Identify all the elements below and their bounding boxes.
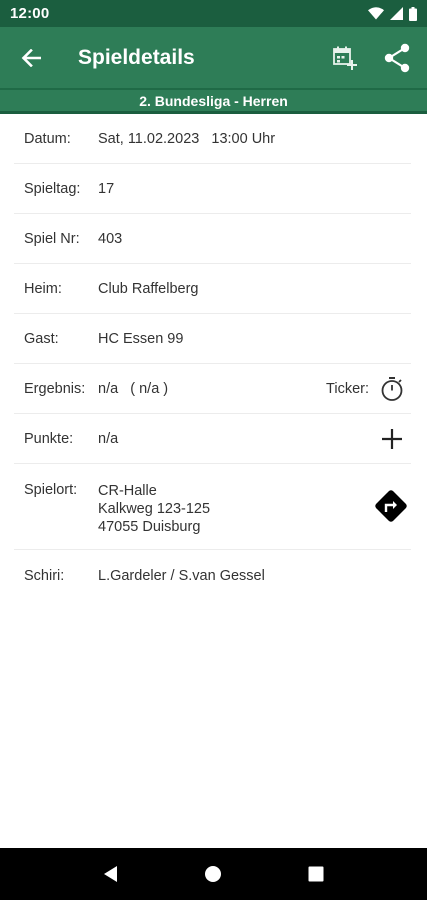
- directions-icon: [375, 490, 407, 522]
- nav-home-icon: [205, 866, 222, 882]
- app-bar: Spieldetails: [0, 27, 427, 88]
- datum-label: Datum:: [24, 131, 71, 147]
- ergebnis-value: n/a ( n/a ): [98, 381, 169, 397]
- spielort-address: CR-Halle Kalkweg 123-125 47055 Duisburg: [98, 482, 210, 536]
- system-nav-bar: [0, 848, 427, 900]
- page-title: Spieldetails: [78, 45, 195, 69]
- row-spieltag: Spieltag: 17: [14, 164, 411, 214]
- row-datum: Datum: Sat, 11.02.2023 13:00 Uhr: [14, 114, 411, 164]
- wifi-icon: [368, 7, 384, 20]
- ticker-button[interactable]: Ticker:: [326, 376, 405, 402]
- row-spiel-nr: Spiel Nr: 403: [14, 214, 411, 264]
- punkte-label: Punkte:: [24, 431, 74, 447]
- schiri-label: Schiri:: [24, 568, 65, 584]
- spieltag-value: 17: [98, 181, 115, 197]
- row-ergebnis: Ergebnis: n/a ( n/a ) Ticker:: [14, 364, 411, 414]
- row-spielort: Spielort: CR-Halle Kalkweg 123-125 47055…: [14, 464, 411, 550]
- back-button[interactable]: [0, 27, 62, 88]
- nav-back-button[interactable]: [91, 854, 131, 894]
- venue-name: CR-Halle: [98, 483, 157, 499]
- arrow-left-icon: [21, 48, 41, 67]
- venue-street: Kalkweg 123-125: [98, 501, 211, 517]
- row-punkte: Punkte: n/a: [14, 414, 411, 464]
- battery-icon: [409, 6, 417, 21]
- heim-value[interactable]: Club Raffelberg: [98, 281, 199, 297]
- share-button[interactable]: [371, 27, 423, 88]
- stopwatch-icon: [381, 377, 403, 401]
- signal-icon: [390, 7, 403, 20]
- ergebnis-label: Ergebnis:: [24, 381, 86, 397]
- schiri-value: L.Gardeler / S.van Gessel: [98, 568, 265, 584]
- heim-label: Heim:: [24, 281, 62, 297]
- nav-recents-button[interactable]: [296, 854, 336, 894]
- add-points-button[interactable]: [379, 426, 405, 452]
- nav-back-icon: [104, 866, 118, 882]
- system-icons: [368, 6, 417, 21]
- gast-label: Gast:: [24, 331, 59, 347]
- nav-home-button[interactable]: [193, 854, 233, 894]
- league-header: 2. Bundesliga - Herren: [0, 88, 427, 114]
- plus-icon: [382, 429, 402, 449]
- status-time: 12:00: [10, 5, 50, 22]
- calendar-add-icon: [333, 46, 357, 70]
- game-details: Datum: Sat, 11.02.2023 13:00 Uhr Spielta…: [0, 114, 427, 602]
- row-heim: Heim: Club Raffelberg: [14, 264, 411, 314]
- row-gast: Gast: HC Essen 99: [14, 314, 411, 364]
- spiel-nr-value: 403: [98, 231, 123, 247]
- spielort-label: Spielort:: [24, 482, 78, 498]
- share-icon: [384, 43, 410, 72]
- add-to-calendar-button[interactable]: [319, 27, 371, 88]
- row-schiri: Schiri: L.Gardeler / S.van Gessel: [14, 550, 411, 602]
- venue-city: 47055 Duisburg: [98, 519, 201, 535]
- spiel-nr-label: Spiel Nr:: [24, 231, 80, 247]
- directions-button[interactable]: [373, 488, 409, 524]
- datum-value: Sat, 11.02.2023 13:00 Uhr: [98, 131, 276, 147]
- status-bar: 12:00: [0, 0, 427, 27]
- nav-recents-icon: [308, 866, 324, 882]
- spieltag-label: Spieltag:: [24, 181, 81, 197]
- gast-value[interactable]: HC Essen 99: [98, 331, 183, 347]
- punkte-value: n/a: [98, 431, 119, 447]
- ticker-label: Ticker:: [326, 381, 369, 397]
